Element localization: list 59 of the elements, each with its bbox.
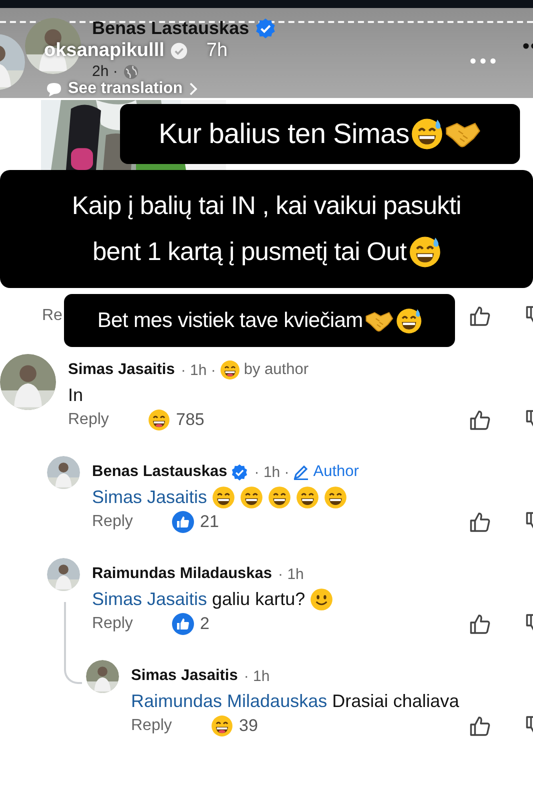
grinning-face-icon — [296, 486, 320, 508]
reaction-count: 39 — [239, 716, 258, 736]
speech-bubble-icon — [46, 82, 62, 96]
comment-time: · 1h · — [254, 464, 290, 480]
like-icon[interactable] — [469, 613, 491, 635]
comment-time: · 1h · — [180, 362, 216, 378]
like-reaction-icon — [172, 613, 194, 635]
commenter-name[interactable]: Simas Jasaitis — [68, 361, 175, 379]
chevron-right-icon — [188, 82, 198, 96]
reply-button[interactable]: Re — [42, 307, 62, 325]
reply-button[interactable]: Reply — [131, 717, 211, 735]
comment-time: · 1h — [244, 668, 270, 684]
reply-button[interactable]: Reply — [92, 615, 172, 633]
mention-link[interactable]: Raimundas Miladauskas — [131, 690, 328, 712]
pencil-icon — [293, 464, 310, 480]
comment-text: In — [68, 384, 84, 406]
grinning-face-icon — [212, 486, 236, 508]
grinning-face-icon — [240, 486, 264, 508]
reaction-count: 2 — [200, 614, 210, 634]
laughing-face-icon — [220, 360, 240, 380]
avatar[interactable] — [47, 456, 80, 489]
caption-text: bent 1 kartą į pusmetį tai Out — [92, 237, 406, 268]
reaction-count: 785 — [176, 410, 204, 430]
sweat-smile-icon — [411, 118, 444, 150]
reaction-count: 21 — [200, 512, 219, 532]
like-icon[interactable] — [469, 715, 491, 737]
commenter-name[interactable]: Raimundas Miladauskas — [92, 565, 272, 583]
smiling-face-icon — [310, 588, 334, 610]
post-author-name[interactable]: Benas Lastauskas — [92, 18, 250, 39]
story-time: 7h — [206, 40, 228, 62]
avatar[interactable] — [86, 660, 119, 693]
author-reaction-label: by author — [244, 361, 309, 379]
like-reaction-icon — [172, 511, 194, 533]
comment-text: Drasiai chaliava — [332, 690, 460, 712]
like-icon[interactable] — [469, 511, 491, 533]
caption-text: Kaip į balių tai IN , kai vaikui pasukti — [72, 191, 462, 222]
mention-link[interactable]: Simas Jasaitis — [92, 486, 208, 508]
like-icon[interactable] — [469, 305, 491, 327]
caption-text: Kur balius ten Simas — [158, 118, 410, 150]
globe-icon — [122, 64, 139, 80]
grinning-face-icon — [324, 486, 348, 508]
grinning-face-icon — [268, 486, 292, 508]
avatar[interactable] — [47, 558, 80, 591]
caption-text: Bet mes vistiek tave kviečiam — [97, 308, 363, 332]
comment-text: galiu kartu? — [212, 588, 306, 610]
commenter-name[interactable]: Benas Lastauskas — [92, 463, 228, 481]
post-time: 2h · — [92, 63, 118, 80]
author-label: Author — [313, 463, 359, 481]
comment-time: · 1h — [278, 566, 304, 582]
commenter-name[interactable]: Simas Jasaitis — [131, 667, 238, 685]
reply-button[interactable]: Reply — [92, 513, 172, 531]
reply-button[interactable]: Reply — [68, 411, 148, 429]
sweat-smile-icon — [408, 236, 440, 268]
like-icon[interactable] — [469, 409, 491, 431]
laughing-face-icon — [148, 409, 170, 431]
laughing-face-icon — [211, 715, 233, 737]
sweat-smile-icon — [396, 308, 422, 334]
more-options-icon[interactable] — [523, 43, 533, 49]
mention-link[interactable]: Simas Jasaitis — [92, 588, 208, 610]
